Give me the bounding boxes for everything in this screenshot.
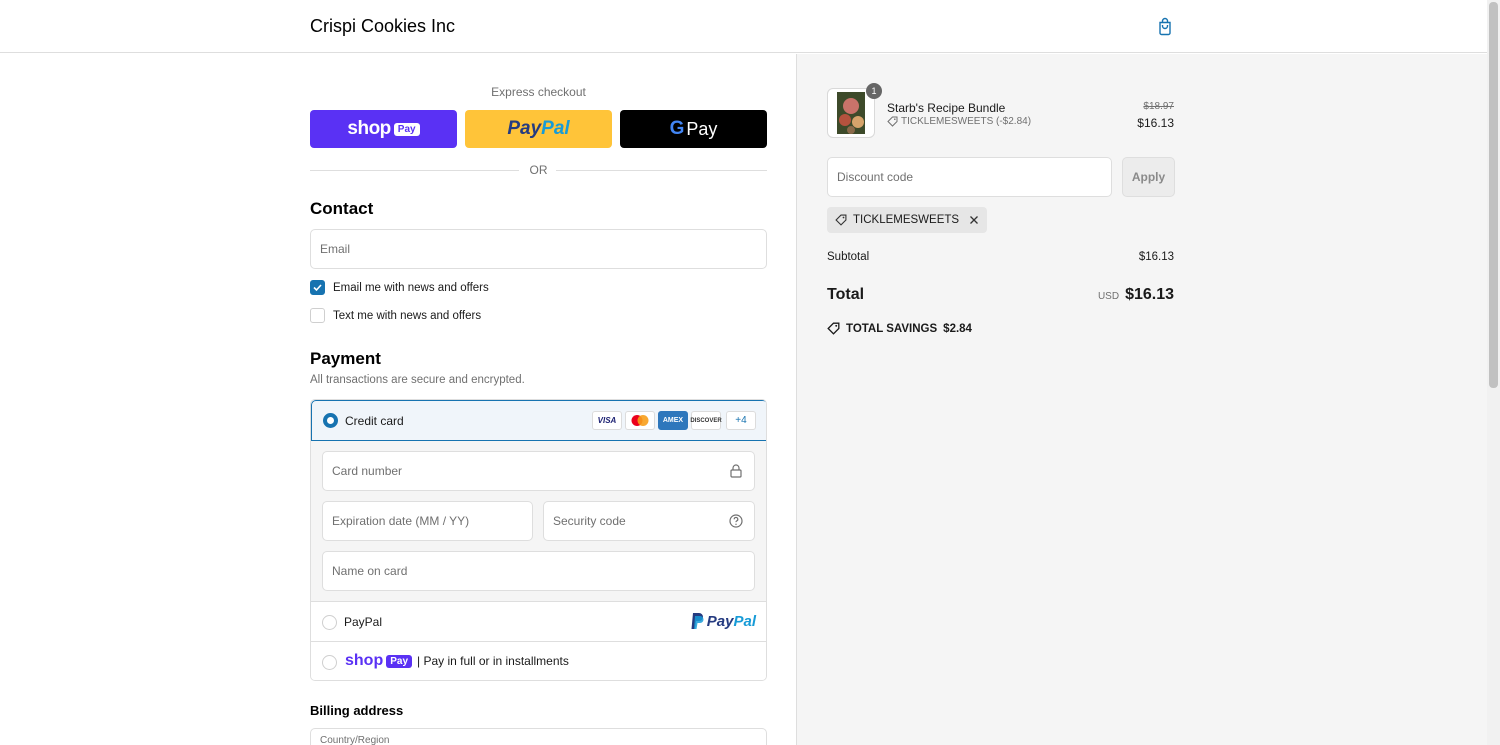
paypal-option[interactable]: PayPal Pay Pal	[311, 602, 766, 642]
product-image	[837, 92, 865, 134]
email-news-label: Email me with news and offers	[333, 281, 489, 294]
product-discount-label: TICKLEMESWEETS (-$2.84)	[901, 116, 1032, 127]
subtotal-label: Subtotal	[827, 251, 870, 263]
credit-card-radio[interactable]	[323, 413, 338, 428]
google-pay-button[interactable]: G Pay	[620, 110, 767, 148]
savings-tag-icon	[827, 322, 840, 335]
shop-pay-option-label: | Pay in full or in installments	[417, 654, 569, 668]
credit-card-form: Card number Expiration date (MM / YY) Se…	[311, 441, 766, 602]
text-news-checkbox[interactable]	[310, 308, 325, 323]
paypal-wordmark-pay: Pay	[507, 118, 542, 139]
total-currency: USD	[1097, 291, 1120, 302]
paypal-wordmark-pal: Pal	[541, 118, 570, 139]
total-amount: USD $16.13	[1040, 286, 1174, 304]
mastercard-icon	[625, 411, 655, 430]
total-savings-label: TOTAL SAVINGS	[846, 322, 938, 335]
text-news-label: Text me with news and offers	[333, 309, 482, 322]
total-savings-value: $2.84	[943, 322, 972, 335]
email-placeholder: Email	[320, 242, 351, 256]
paypal-logo: Pay Pal	[690, 612, 756, 630]
discover-icon: DISCOVER	[690, 411, 722, 430]
credit-card-label: Credit card	[345, 414, 404, 428]
checkmark-icon	[313, 284, 322, 292]
total-savings: TOTAL SAVINGS $2.84	[827, 322, 972, 335]
help-icon[interactable]	[729, 514, 743, 528]
security-code-field[interactable]: Security code	[543, 501, 755, 541]
shop-pay-button[interactable]: shop Pay	[310, 110, 457, 148]
paypal-p-icon	[691, 613, 704, 629]
quantity-badge: 1	[866, 83, 882, 99]
paypal-logo-pay: Pay	[706, 612, 734, 630]
email-news-checkbox[interactable]	[310, 280, 325, 295]
or-divider: OR	[310, 162, 767, 178]
more-cards-badge: +4	[726, 411, 756, 430]
country-placeholder: Country/Region	[320, 735, 390, 745]
gpay-label: Pay	[686, 118, 718, 139]
payment-subtitle: All transactions are secure and encrypte…	[310, 374, 525, 386]
shop-pay-badge: Pay	[393, 122, 420, 136]
tag-icon	[887, 116, 898, 127]
visa-icon: VISA	[592, 411, 622, 430]
product-original-price: $18.97	[1143, 101, 1174, 112]
lock-icon	[730, 464, 742, 478]
text-news-option[interactable]: Text me with news and offers	[310, 308, 481, 323]
billing-title: Billing address	[310, 703, 404, 718]
card-number-field[interactable]: Card number	[322, 451, 755, 491]
card-number-placeholder: Card number	[332, 464, 403, 478]
paypal-express-button[interactable]: Pay Pal	[465, 110, 612, 148]
amex-icon: AMEX	[658, 411, 688, 430]
store-name[interactable]: Crispi Cookies Inc	[310, 16, 455, 37]
expiration-field[interactable]: Expiration date (MM / YY)	[322, 501, 533, 541]
page-scrollbar[interactable]	[1487, 0, 1500, 745]
payment-title: Payment	[310, 349, 381, 368]
payment-methods: Credit card VISA AMEX DISCOVER +4 Card n…	[310, 399, 767, 681]
paypal-radio[interactable]	[322, 615, 337, 630]
remove-discount-icon[interactable]	[969, 215, 979, 225]
shop-pay-wordmark: shop	[347, 118, 391, 139]
applied-discount-code: TICKLEMESWEETS	[853, 214, 960, 226]
contact-title: Contact	[310, 199, 374, 218]
country-field[interactable]: Country/Region	[310, 728, 767, 745]
or-text: OR	[529, 163, 548, 177]
shopping-bag-icon[interactable]	[1155, 16, 1175, 36]
discount-code-field[interactable]: Discount code	[827, 157, 1112, 197]
total-label: Total	[827, 286, 865, 303]
tag-icon	[835, 214, 847, 226]
product-name: Starb's Recipe Bundle	[887, 101, 1006, 115]
name-on-card-placeholder: Name on card	[332, 564, 408, 578]
applied-discount-chip: TICKLEMESWEETS	[827, 207, 988, 233]
shop-pay-option-badge: Pay	[386, 654, 413, 668]
expiration-placeholder: Expiration date (MM / YY)	[332, 514, 470, 528]
shop-pay-option[interactable]: shop Pay | Pay in full or in installment…	[311, 642, 766, 680]
subtotal-value: $16.13	[1138, 251, 1174, 263]
shop-pay-radio[interactable]	[322, 655, 337, 670]
product-discount: TICKLEMESWEETS (-$2.84)	[887, 116, 1031, 127]
total-value: $16.13	[1125, 286, 1174, 303]
name-on-card-field[interactable]: Name on card	[322, 551, 755, 591]
security-code-placeholder: Security code	[553, 514, 626, 528]
product-price: $16.13	[1137, 116, 1174, 130]
paypal-logo-pal: Pal	[733, 612, 756, 630]
email-field[interactable]: Email	[310, 229, 767, 269]
scrollbar-thumb[interactable]	[1489, 2, 1498, 388]
credit-card-option[interactable]: Credit card VISA AMEX DISCOVER +4	[311, 400, 766, 441]
shop-pay-option-wordmark: shop	[345, 652, 384, 669]
paypal-option-label: PayPal	[344, 615, 383, 629]
google-g-icon: G	[669, 118, 685, 139]
header: Crispi Cookies Inc	[0, 0, 1487, 53]
apply-discount-button[interactable]: Apply	[1122, 157, 1175, 197]
discount-code-placeholder: Discount code	[837, 170, 914, 184]
email-news-option[interactable]: Email me with news and offers	[310, 280, 489, 295]
express-checkout-label: Express checkout	[491, 85, 586, 99]
